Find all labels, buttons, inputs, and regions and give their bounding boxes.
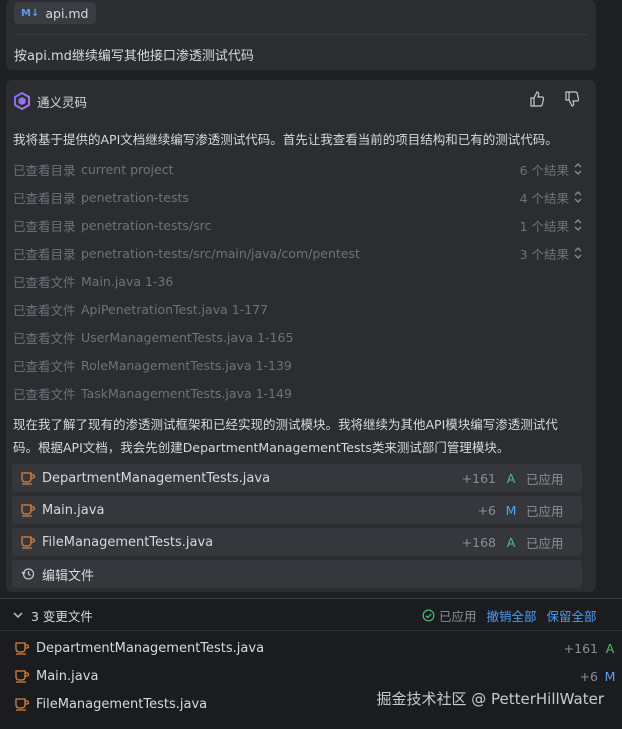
step-path: RoleManagementTests.java 1-139 <box>81 357 292 373</box>
changes-panel-header[interactable]: 3 变更文件 <box>13 605 93 625</box>
tongyi-logo-icon <box>14 92 30 110</box>
step-path: penetration-tests/src/main/java/com/pent… <box>81 245 360 261</box>
step-count: 1 个结果 <box>519 218 569 234</box>
step-kind: 已查看目录 <box>13 190 76 206</box>
file-status: A <box>506 470 516 486</box>
line-delta: +168 <box>461 534 496 550</box>
step-path: penetration-tests/src <box>81 217 212 233</box>
applied-status: 已应用 <box>439 608 477 624</box>
step-count: 4 个结果 <box>519 190 569 206</box>
attachment-name: api.md <box>45 5 89 21</box>
thumbs-up-icon[interactable] <box>529 91 545 107</box>
changed-file-row[interactable]: DepartmentManagementTests.java +161 A <box>0 634 622 662</box>
user-message-text: 按api.md继续编写其他接口渗透测试代码 <box>14 49 254 64</box>
file-name: Main.java <box>42 502 105 518</box>
java-file-icon <box>15 670 30 683</box>
changes-panel-actions: 已应用 撤销全部 保留全部 <box>422 605 597 625</box>
file-status: M <box>505 502 517 518</box>
file-name: Main.java <box>36 668 99 684</box>
history-icon <box>21 568 35 580</box>
undo-all-button[interactable]: 撤销全部 <box>487 606 537 625</box>
java-file-icon <box>15 642 30 655</box>
assistant-summary-line: 码。根据API文档，我会先创建DepartmentManagementTests… <box>13 440 510 455</box>
step-row[interactable]: 已查看文件 TaskManagementTests.java 1-149 <box>13 379 583 407</box>
step-count: 3 个结果 <box>519 246 569 262</box>
expand-chevron-icon[interactable] <box>573 218 583 232</box>
step-kind: 已查看文件 <box>13 358 76 374</box>
java-file-icon <box>21 472 36 485</box>
java-file-icon <box>21 504 36 517</box>
applied-label: 已应用 <box>526 503 564 519</box>
assistant-header: 通义灵码 <box>13 90 87 112</box>
step-count: 6 个结果 <box>519 162 569 178</box>
step-path: UserManagementTests.java 1-165 <box>81 329 294 345</box>
step-kind: 已查看文件 <box>13 302 76 318</box>
step-row[interactable]: 已查看文件 Main.java 1-36 <box>13 267 583 295</box>
step-kind: 已查看目录 <box>13 162 76 178</box>
step-path: Main.java 1-36 <box>81 273 174 289</box>
edit-files-button[interactable]: 编辑文件 <box>12 560 582 588</box>
step-kind: 已查看文件 <box>13 330 76 346</box>
step-row[interactable]: 已查看目录 penetration-tests 4 个结果 <box>13 183 583 211</box>
edit-files-label: 编辑文件 <box>42 568 95 584</box>
changed-file-row[interactable]: DepartmentManagementTests.java +161 A 已应… <box>12 464 582 492</box>
applied-label: 已应用 <box>526 535 564 551</box>
expand-chevron-icon[interactable] <box>573 162 583 176</box>
step-row[interactable]: 已查看文件 RoleManagementTests.java 1-139 <box>13 351 583 379</box>
file-name: FileManagementTests.java <box>42 534 214 550</box>
step-row[interactable]: 已查看文件 UserManagementTests.java 1-165 <box>13 323 583 351</box>
watermark: 掘金技术社区 @ PetterHillWater <box>376 690 604 708</box>
step-path: current project <box>81 161 174 177</box>
keep-all-button[interactable]: 保留全部 <box>547 606 597 625</box>
changes-panel-title: 3 变更文件 <box>31 608 93 624</box>
step-path: TaskManagementTests.java 1-149 <box>81 385 292 401</box>
java-file-icon <box>15 698 30 711</box>
step-kind: 已查看文件 <box>13 274 76 290</box>
assistant-intro: 我将基于提供的API文档继续编写渗透测试代码。首先让我查看当前的项目结构和已有的… <box>13 132 558 147</box>
file-status: M <box>604 668 616 684</box>
assistant-name: 通义灵码 <box>37 94 88 110</box>
chevron-down-icon[interactable] <box>13 610 23 620</box>
changed-file-row[interactable]: FileManagementTests.java +168 A 已应用 <box>12 528 582 556</box>
line-delta: +161 <box>461 470 496 486</box>
line-delta: +6 <box>477 502 496 518</box>
file-status: A <box>506 534 516 550</box>
user-message-card: M↓ api.md 按api.md继续编写其他接口渗透测试代码 <box>6 0 596 70</box>
step-path: ApiPenetrationTest.java 1-177 <box>81 301 269 317</box>
step-row[interactable]: 已查看文件 ApiPenetrationTest.java 1-177 <box>13 295 583 323</box>
expand-chevron-icon[interactable] <box>573 246 583 260</box>
step-kind: 已查看文件 <box>13 386 76 402</box>
step-kind: 已查看目录 <box>13 246 76 262</box>
file-name: DepartmentManagementTests.java <box>42 470 271 486</box>
step-row[interactable]: 已查看目录 penetration-tests/src/main/java/co… <box>13 239 583 267</box>
java-file-icon <box>21 536 36 549</box>
expand-chevron-icon[interactable] <box>573 190 583 204</box>
assistant-summary-line: 现在我了解了现有的渗透测试框架和已经实现的测试模块。我将继续为其他API模块编写… <box>13 417 558 432</box>
file-status: A <box>605 640 615 656</box>
divider <box>0 630 622 631</box>
line-delta: +161 <box>563 640 598 656</box>
markdown-icon: M↓ <box>21 7 40 19</box>
step-row[interactable]: 已查看目录 penetration-tests/src 1 个结果 <box>13 211 583 239</box>
changed-file-row[interactable]: Main.java +6 M 已应用 <box>12 496 582 524</box>
step-path: penetration-tests <box>81 189 189 205</box>
step-row[interactable]: 已查看目录 current project 6 个结果 <box>13 155 583 183</box>
thumbs-down-icon[interactable] <box>564 91 580 107</box>
check-circle-icon <box>422 609 435 621</box>
divider <box>14 34 588 35</box>
applied-label: 已应用 <box>526 471 564 487</box>
changed-file-row[interactable]: Main.java +6 M <box>0 662 622 690</box>
attachment-chip[interactable]: M↓ api.md <box>14 2 96 24</box>
file-name: DepartmentManagementTests.java <box>36 640 265 656</box>
line-delta: +6 <box>579 668 598 684</box>
step-kind: 已查看目录 <box>13 218 76 234</box>
